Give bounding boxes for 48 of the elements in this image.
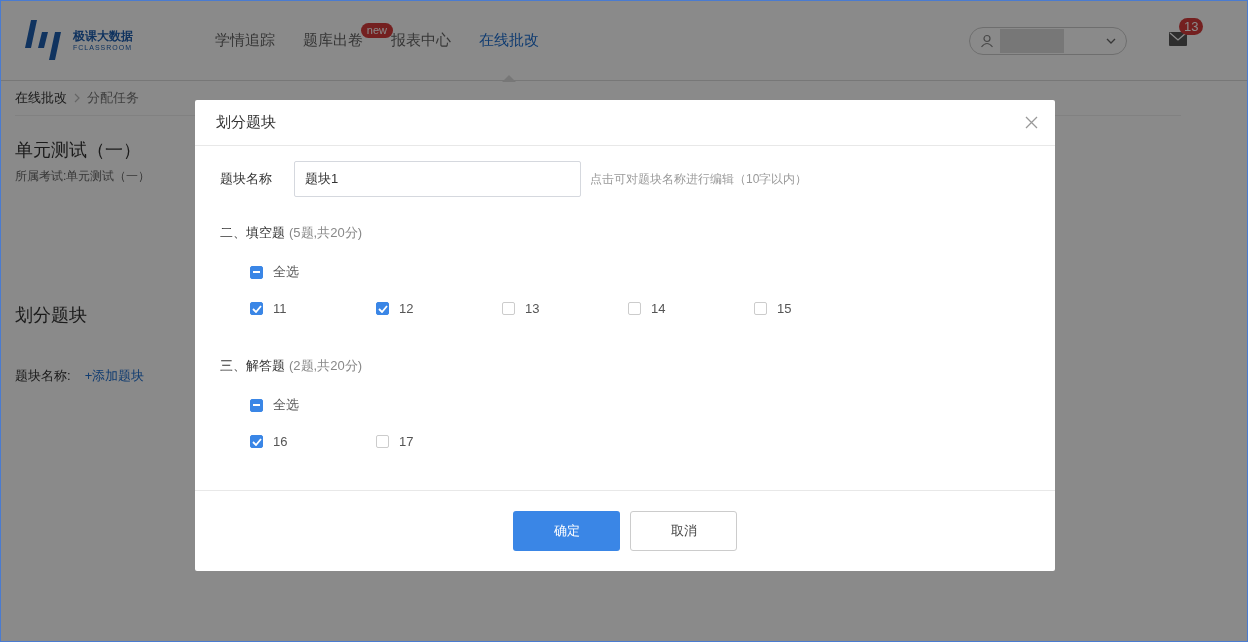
checkbox-label: 15 [777, 301, 792, 316]
checkbox[interactable] [754, 302, 767, 315]
checkbox[interactable] [628, 302, 641, 315]
field-label: 题块名称: [15, 367, 71, 385]
user-icon [980, 33, 994, 48]
checkbox[interactable] [250, 398, 263, 412]
checkbox[interactable] [250, 265, 263, 279]
section-title: 划分题块 [15, 304, 87, 327]
dialog-title: 划分题块 [216, 113, 276, 132]
nav-tab[interactable]: 题库出卷 [303, 31, 363, 50]
field-label: 题块名称 [220, 170, 273, 188]
cancel-button[interactable]: 取消 [630, 511, 737, 551]
nav-tab[interactable]: 报表中心 [391, 31, 451, 50]
group-info: (5题,共20分) [289, 224, 362, 242]
checkbox-label: 全选 [273, 263, 299, 281]
checkbox-label: 17 [399, 434, 414, 449]
checkbox[interactable] [376, 302, 389, 315]
chevron-right-icon [74, 93, 80, 103]
count-badge: 13 [1179, 17, 1204, 35]
checkbox-label: 16 [273, 434, 288, 449]
group-title: 三、解答题 [220, 357, 285, 375]
checkbox[interactable] [250, 435, 263, 448]
logo-name: 极课大数据 [73, 29, 133, 43]
nav-tab[interactable]: 学情追踪 [215, 31, 275, 50]
nav-tab[interactable]: 在线批改 [479, 31, 539, 50]
checkbox-label: 全选 [273, 396, 299, 414]
checkbox[interactable] [376, 435, 389, 448]
breadcrumb-item: 分配任务 [87, 89, 139, 107]
group-info: (2题,共20分) [289, 357, 362, 375]
add-block-link[interactable]: +添加题块 [84, 367, 145, 385]
checkbox[interactable] [250, 302, 263, 315]
checkbox-label: 14 [651, 301, 666, 316]
blurred-name-block [1000, 28, 1064, 53]
chevron-down-icon [1106, 37, 1116, 44]
checkbox-label: 11 [273, 301, 287, 316]
hint-text: 点击可对题块名称进行编辑（10字以内） [590, 170, 808, 188]
new-badge: new [360, 22, 393, 38]
confirm-button[interactable]: 确定 [513, 511, 620, 551]
breadcrumb-item[interactable]: 在线批改 [15, 89, 67, 107]
checkbox-label: 12 [399, 301, 414, 316]
block-name-input[interactable]: 题块1 [294, 161, 581, 197]
checkbox-label: 13 [525, 301, 540, 316]
group-title: 二、填空题 [220, 224, 285, 242]
exam-title: 单元测试（一） [15, 139, 141, 162]
checkbox[interactable] [502, 302, 515, 315]
exam-subtitle: 所属考试:单元测试（一） [15, 168, 151, 185]
mail-icon[interactable] [1169, 31, 1187, 46]
close-icon[interactable] [1025, 116, 1038, 129]
